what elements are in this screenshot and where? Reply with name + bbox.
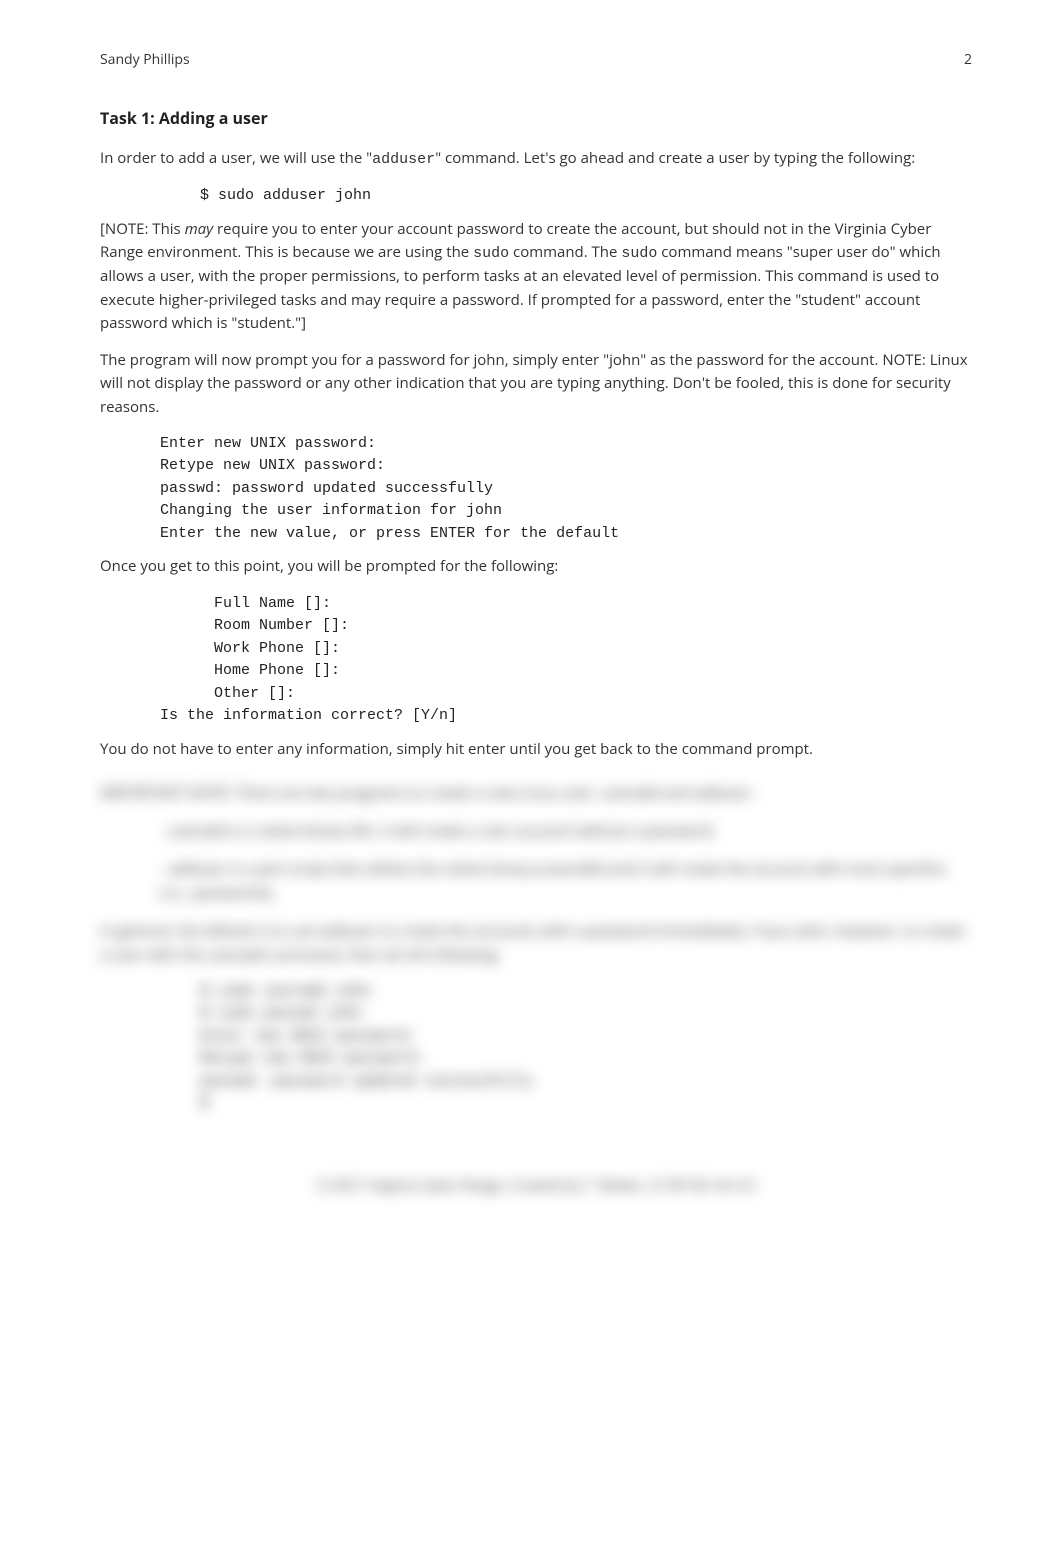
author-name: Sandy Phillips	[100, 50, 190, 69]
blurred-bullet1: - useradd is a native binary file. It wi…	[100, 819, 972, 843]
page-header: Sandy Phillips 2	[100, 50, 972, 69]
para1-text-a: In order to add a user, we will use the …	[100, 148, 372, 168]
task-title: Task 1: Adding a user	[100, 107, 972, 129]
note-paragraph: [NOTE: This may require you to enter you…	[100, 218, 972, 335]
blurred-line2: In general, the default is to use adduse…	[100, 919, 972, 967]
password-paragraph: The program will now prompt you for a pa…	[100, 349, 972, 419]
closing-paragraph: You do not have to enter any information…	[100, 738, 972, 761]
note1-a: [NOTE: This	[100, 219, 185, 239]
sudo-inline-1: sudo	[473, 245, 509, 262]
page-number: 2	[964, 50, 972, 69]
prompt-paragraph: Once you get to this point, you will be …	[100, 555, 972, 578]
intro-paragraph: In order to add a user, we will use the …	[100, 147, 972, 171]
adduser-inline: adduser	[372, 151, 435, 168]
command-block-1: $ sudo adduser john	[200, 185, 972, 208]
blurred-line1: IMPORTANT NOTE: There are two programs t…	[100, 781, 972, 805]
document-page: Sandy Phillips 2 Task 1: Adding a user I…	[0, 0, 1062, 1235]
blurred-bullet2: - adduser is a perl script that utilizes…	[100, 857, 972, 905]
blurred-footer: © 2021 Virginia Cyber Range. Created by …	[100, 1176, 972, 1195]
blurred-command: $ sudo useradd john $ sudo passwd john E…	[200, 981, 972, 1116]
note1-may: may	[185, 219, 213, 239]
para1-text-b: " command. Let's go ahead and create a u…	[435, 148, 915, 168]
sudo-inline-2: sudo	[621, 245, 657, 262]
blurred-content: IMPORTANT NOTE: There are two programs t…	[100, 781, 972, 1195]
command-block-3: Full Name []: Room Number []: Work Phone…	[160, 593, 972, 728]
note1-c: command. The	[509, 242, 621, 262]
command-block-2: Enter new UNIX password: Retype new UNIX…	[160, 433, 972, 546]
